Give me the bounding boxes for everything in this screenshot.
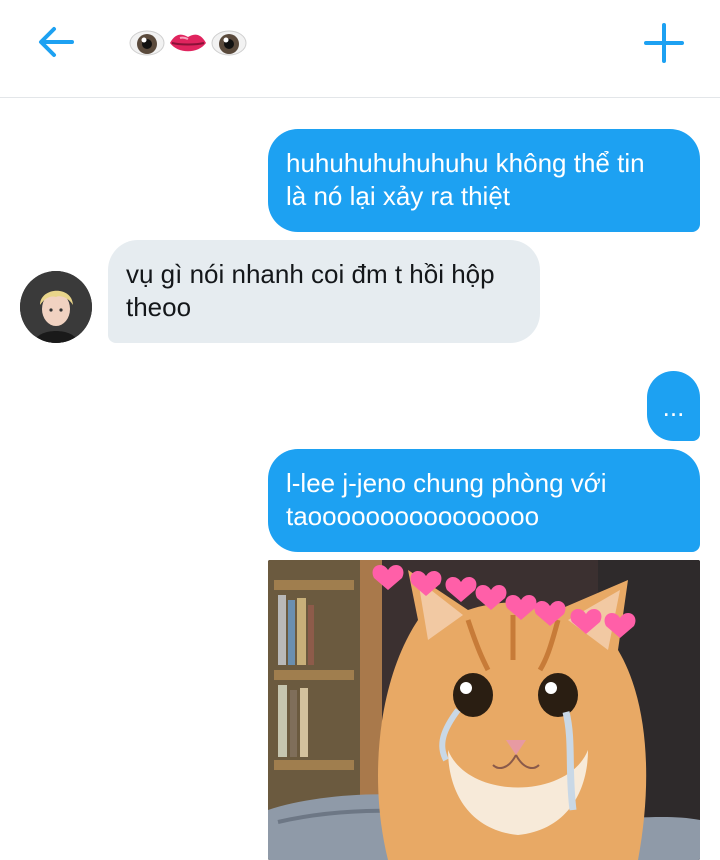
arrow-left-icon	[39, 27, 74, 57]
lips-emoji-icon	[170, 34, 206, 52]
eye-emoji-icon	[211, 30, 247, 56]
back-button[interactable]	[36, 24, 76, 60]
conversation-title[interactable]	[128, 26, 248, 60]
message-bubble-incoming[interactable]: vụ gì nói nhanh coi đm t hồi hộp theoo	[108, 240, 540, 343]
add-button[interactable]	[642, 21, 686, 65]
image-message[interactable]	[268, 560, 700, 860]
chat-header	[0, 0, 720, 98]
message-bubble-outgoing[interactable]: ...	[647, 371, 700, 441]
message-bubble-outgoing[interactable]: l-lee j-jeno chung phòng với taooooooooo…	[268, 449, 700, 552]
message-bubble-outgoing[interactable]: huhuhuhuhuhuhu không thể tin là nó lại x…	[268, 129, 700, 232]
crying-cat-with-hearts-image	[268, 560, 700, 860]
plus-icon	[644, 23, 684, 63]
eye-emoji-icon	[129, 30, 165, 56]
avatar[interactable]	[20, 271, 92, 343]
